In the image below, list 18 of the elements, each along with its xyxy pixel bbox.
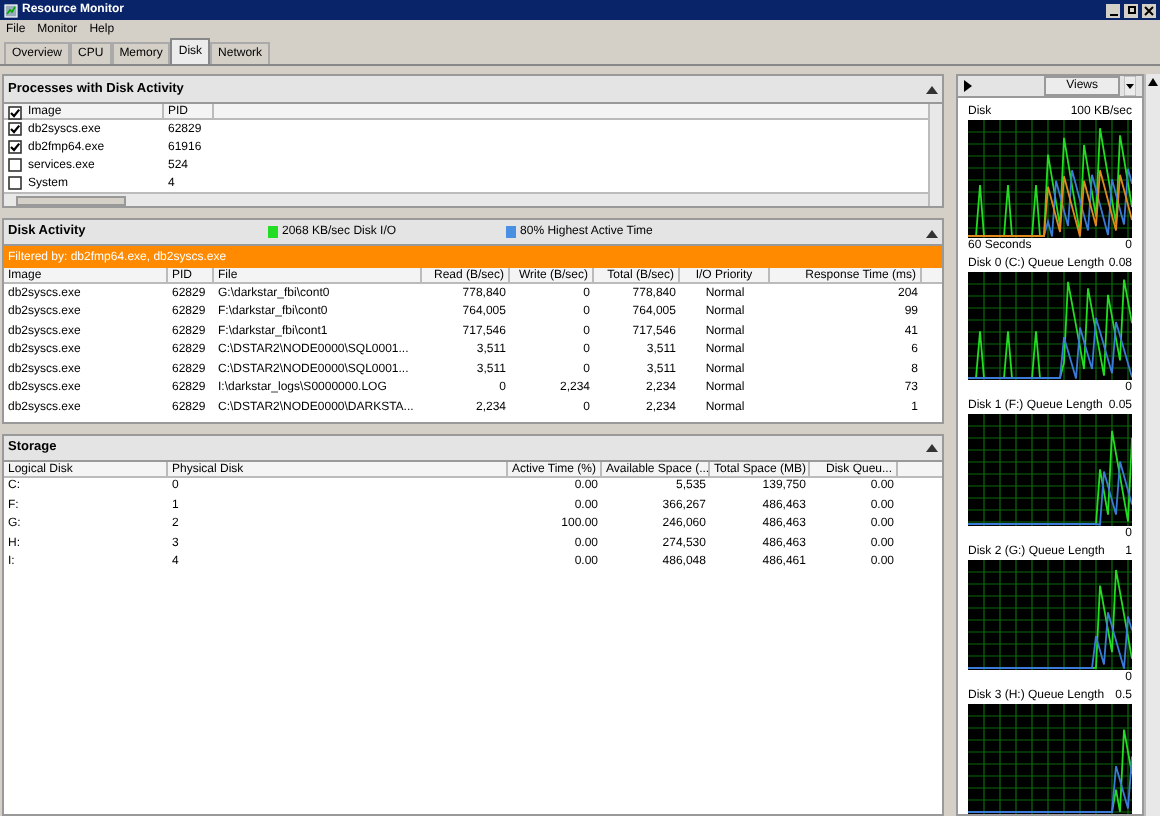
collapse-icon[interactable] <box>926 227 938 237</box>
vertical-scrollbar[interactable] <box>928 104 942 206</box>
checkbox[interactable] <box>8 140 22 154</box>
close-icon[interactable] <box>1142 3 1156 17</box>
minimize-button[interactable] <box>1106 3 1120 17</box>
checkbox[interactable] <box>8 176 22 190</box>
collapse-icon[interactable] <box>926 84 938 94</box>
horizontal-scrollbar[interactable] <box>4 192 928 206</box>
dropdown-icon[interactable] <box>1124 76 1136 96</box>
scroll-up-icon[interactable] <box>1148 78 1158 86</box>
checkbox[interactable] <box>8 105 22 119</box>
checkbox[interactable] <box>8 158 22 172</box>
vertical-scrollbar[interactable] <box>1144 74 1160 816</box>
app-icon <box>4 3 18 17</box>
expand-icon[interactable] <box>964 80 972 92</box>
checkbox[interactable] <box>8 122 22 136</box>
collapse-icon[interactable] <box>926 442 938 452</box>
maximize-button[interactable] <box>1124 3 1138 17</box>
